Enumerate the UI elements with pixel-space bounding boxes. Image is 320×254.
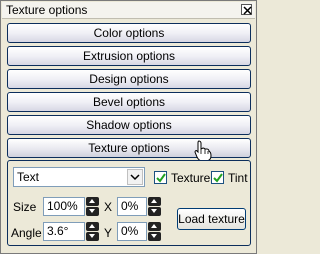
close-button[interactable] xyxy=(241,4,252,15)
texture-options-button[interactable]: Texture options xyxy=(7,138,251,158)
title-bar[interactable]: Texture options xyxy=(2,2,255,19)
y-stepper[interactable] xyxy=(148,222,161,241)
load-texture-button[interactable]: Load texture xyxy=(177,208,246,230)
checkmark-icon xyxy=(213,173,223,183)
texture-type-select[interactable]: Text xyxy=(13,167,145,187)
x-input[interactable]: 0% xyxy=(117,197,147,216)
x-label: X xyxy=(104,200,113,214)
window-title: Texture options xyxy=(6,3,88,17)
bevel-options-button[interactable]: Bevel options xyxy=(7,92,251,112)
angle-stepper[interactable] xyxy=(86,222,99,241)
size-stepper[interactable] xyxy=(86,197,99,216)
extrusion-options-button[interactable]: Extrusion options xyxy=(7,46,251,66)
size-label: Size xyxy=(13,200,37,214)
tint-checkbox-label: Tint xyxy=(228,171,248,185)
checkmark-icon xyxy=(156,173,166,183)
texture-checkbox[interactable] xyxy=(154,171,167,184)
shadow-options-button[interactable]: Shadow options xyxy=(7,115,251,135)
x-stepper[interactable] xyxy=(148,197,161,216)
design-options-button[interactable]: Design options xyxy=(7,69,251,89)
texture-type-value: Text xyxy=(17,170,40,184)
chevron-down-icon xyxy=(130,174,140,181)
tint-checkbox[interactable] xyxy=(211,171,224,184)
y-label: Y xyxy=(104,226,113,240)
texture-checkbox-label: Texture xyxy=(171,171,211,185)
hand-cursor-icon xyxy=(194,140,212,162)
dropdown-button[interactable] xyxy=(127,169,143,185)
close-icon xyxy=(243,6,252,15)
y-input[interactable]: 0% xyxy=(117,222,147,241)
color-options-button[interactable]: Color options xyxy=(7,23,251,43)
angle-input[interactable]: 3.6° xyxy=(43,222,85,241)
size-input[interactable]: 100% xyxy=(43,197,85,216)
angle-label: Angle xyxy=(11,226,42,240)
